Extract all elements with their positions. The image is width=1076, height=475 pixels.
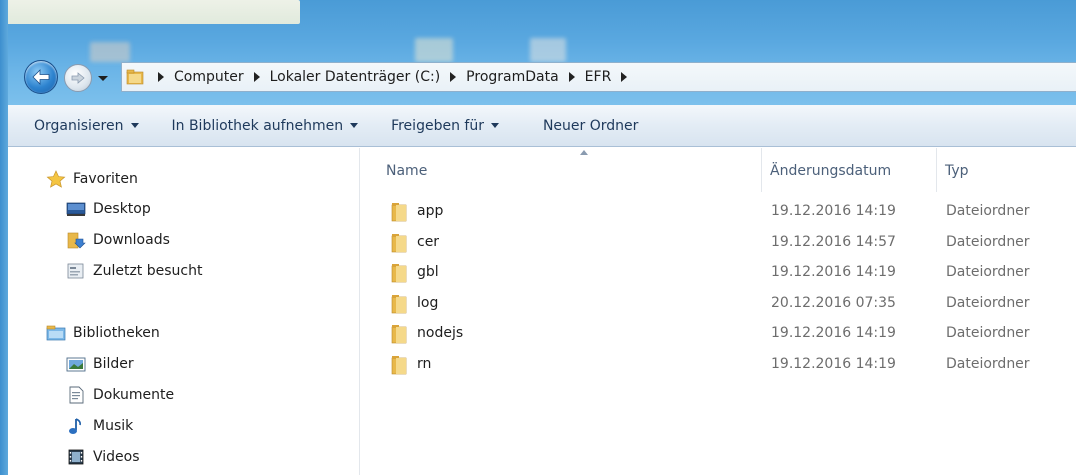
window-border — [0, 0, 8, 475]
file-name: app — [417, 203, 444, 219]
folder-icon — [391, 234, 407, 253]
breadcrumb-local-disk[interactable]: Lokaler Datenträger (C:) — [270, 69, 441, 85]
sidebar-item-downloads[interactable]: Downloads — [66, 231, 170, 249]
file-date: 19.12.2016 14:57 — [771, 234, 896, 250]
back-button[interactable] — [24, 60, 58, 94]
sidebar-item-label: Zuletzt besucht — [93, 263, 203, 279]
folder-icon — [391, 325, 407, 344]
pictures-icon — [66, 355, 86, 373]
breadcrumb-computer[interactable]: Computer — [174, 69, 244, 85]
documents-icon — [66, 386, 86, 404]
file-type: Dateiordner — [946, 234, 1030, 250]
file-date: 19.12.2016 14:19 — [771, 264, 896, 280]
desktop-icon — [66, 200, 86, 218]
film-icon — [66, 448, 86, 466]
file-type: Dateiordner — [946, 325, 1030, 341]
libraries-icon — [46, 324, 66, 342]
downloads-folder-icon — [66, 231, 86, 249]
file-type: Dateiordner — [946, 264, 1030, 280]
recent-places-icon — [66, 262, 86, 280]
column-header-label: Name — [386, 163, 428, 179]
breadcrumb-separator[interactable] — [158, 72, 164, 82]
table-row[interactable]: cer 19.12.2016 14:57 Dateiordner — [361, 228, 1076, 258]
breadcrumb-separator[interactable] — [253, 72, 260, 82]
folder-icon — [391, 295, 407, 314]
chevron-down-icon — [98, 76, 108, 81]
sidebar-item-documents[interactable]: Dokumente — [66, 386, 174, 404]
table-row[interactable]: gbl 19.12.2016 14:19 Dateiordner — [361, 258, 1076, 288]
file-name: rn — [417, 356, 432, 372]
background-window-blur — [0, 0, 300, 24]
folder-icon — [391, 264, 407, 283]
command-bar: Organisieren In Bibliothek aufnehmen Fre… — [8, 105, 1076, 147]
folder-icon — [391, 203, 407, 222]
share-label: Freigeben für — [391, 117, 484, 134]
column-header-label: Typ — [945, 163, 969, 179]
back-arrow-icon — [32, 69, 50, 85]
file-name: gbl — [417, 264, 439, 280]
sidebar-item-label: Dokumente — [93, 387, 175, 403]
table-row[interactable]: rn 19.12.2016 14:19 Dateiordner — [361, 350, 1076, 380]
chevron-down-icon — [350, 123, 359, 128]
recent-pages-button[interactable] — [96, 71, 110, 85]
breadcrumb-separator[interactable] — [450, 72, 457, 82]
file-name: log — [417, 295, 439, 311]
sidebar-item-libraries[interactable]: Bibliotheken — [46, 324, 160, 342]
file-date: 19.12.2016 14:19 — [771, 203, 896, 219]
file-name: nodejs — [417, 325, 464, 341]
sidebar-item-pictures[interactable]: Bilder — [66, 355, 134, 373]
folder-icon — [126, 69, 144, 85]
column-header-name[interactable]: Name — [378, 148, 762, 192]
forward-button[interactable] — [64, 64, 92, 92]
sidebar-item-label: Bibliotheken — [73, 325, 160, 341]
sidebar-item-desktop[interactable]: Desktop — [66, 200, 151, 218]
chevron-down-icon — [490, 123, 499, 128]
column-header-label: Änderungsdatum — [770, 163, 892, 179]
table-row[interactable]: app 19.12.2016 14:19 Dateiordner — [361, 197, 1076, 227]
file-type: Dateiordner — [946, 295, 1030, 311]
table-row[interactable]: nodejs 19.12.2016 14:19 Dateiordner — [361, 319, 1076, 349]
new-folder-label: Neuer Ordner — [542, 117, 639, 134]
file-date: 20.12.2016 07:35 — [771, 295, 896, 311]
breadcrumb-efr[interactable]: EFR — [585, 69, 612, 85]
file-type: Dateiordner — [946, 203, 1030, 219]
column-header-date[interactable]: Änderungsdatum — [762, 148, 937, 192]
column-header-type[interactable]: Typ — [937, 148, 1076, 192]
include-in-library-button[interactable]: In Bibliothek aufnehmen — [172, 118, 359, 134]
sidebar-item-label: Bilder — [93, 356, 134, 372]
file-date: 19.12.2016 14:19 — [771, 356, 896, 372]
music-note-icon — [66, 417, 86, 435]
breadcrumb-separator[interactable] — [621, 72, 628, 82]
folder-icon — [391, 356, 407, 375]
sidebar-item-label: Videos — [93, 449, 140, 465]
sidebar-item-label: Favoriten — [73, 171, 138, 187]
file-list: Name Änderungsdatum Typ app 19.12.2016 1… — [361, 148, 1076, 475]
file-name: cer — [417, 234, 440, 250]
file-date: 19.12.2016 14:19 — [771, 325, 896, 341]
organize-label: Organisieren — [34, 117, 124, 134]
sidebar-item-music[interactable]: Musik — [66, 417, 133, 435]
organize-button[interactable]: Organisieren — [34, 118, 139, 134]
sidebar-item-favorites[interactable]: Favoriten — [46, 170, 138, 188]
new-folder-button[interactable]: Neuer Ordner — [543, 118, 638, 134]
forward-arrow-icon — [71, 72, 85, 84]
sort-ascending-icon — [580, 150, 588, 155]
file-type: Dateiordner — [946, 356, 1030, 372]
share-with-button[interactable]: Freigeben für — [391, 118, 499, 134]
sidebar-item-label: Musik — [93, 418, 134, 434]
include-library-label: In Bibliothek aufnehmen — [171, 117, 344, 134]
chevron-down-icon — [130, 123, 139, 128]
breadcrumb-separator[interactable] — [568, 72, 575, 82]
star-icon — [46, 170, 66, 188]
sidebar-item-label: Desktop — [93, 201, 151, 217]
table-row[interactable]: log 20.12.2016 07:35 Dateiordner — [361, 289, 1076, 319]
navigation-pane: Favoriten Desktop Downloads Zuletzt besu… — [8, 148, 360, 475]
address-bar[interactable]: Computer Lokaler Datenträger (C:) Progra… — [121, 62, 1076, 92]
navigation-bar: Computer Lokaler Datenträger (C:) Progra… — [8, 57, 1076, 99]
sidebar-item-recent-places[interactable]: Zuletzt besucht — [66, 262, 202, 280]
sidebar-item-label: Downloads — [93, 232, 170, 248]
sidebar-item-videos[interactable]: Videos — [66, 448, 140, 466]
breadcrumb-programdata[interactable]: ProgramData — [466, 69, 559, 85]
